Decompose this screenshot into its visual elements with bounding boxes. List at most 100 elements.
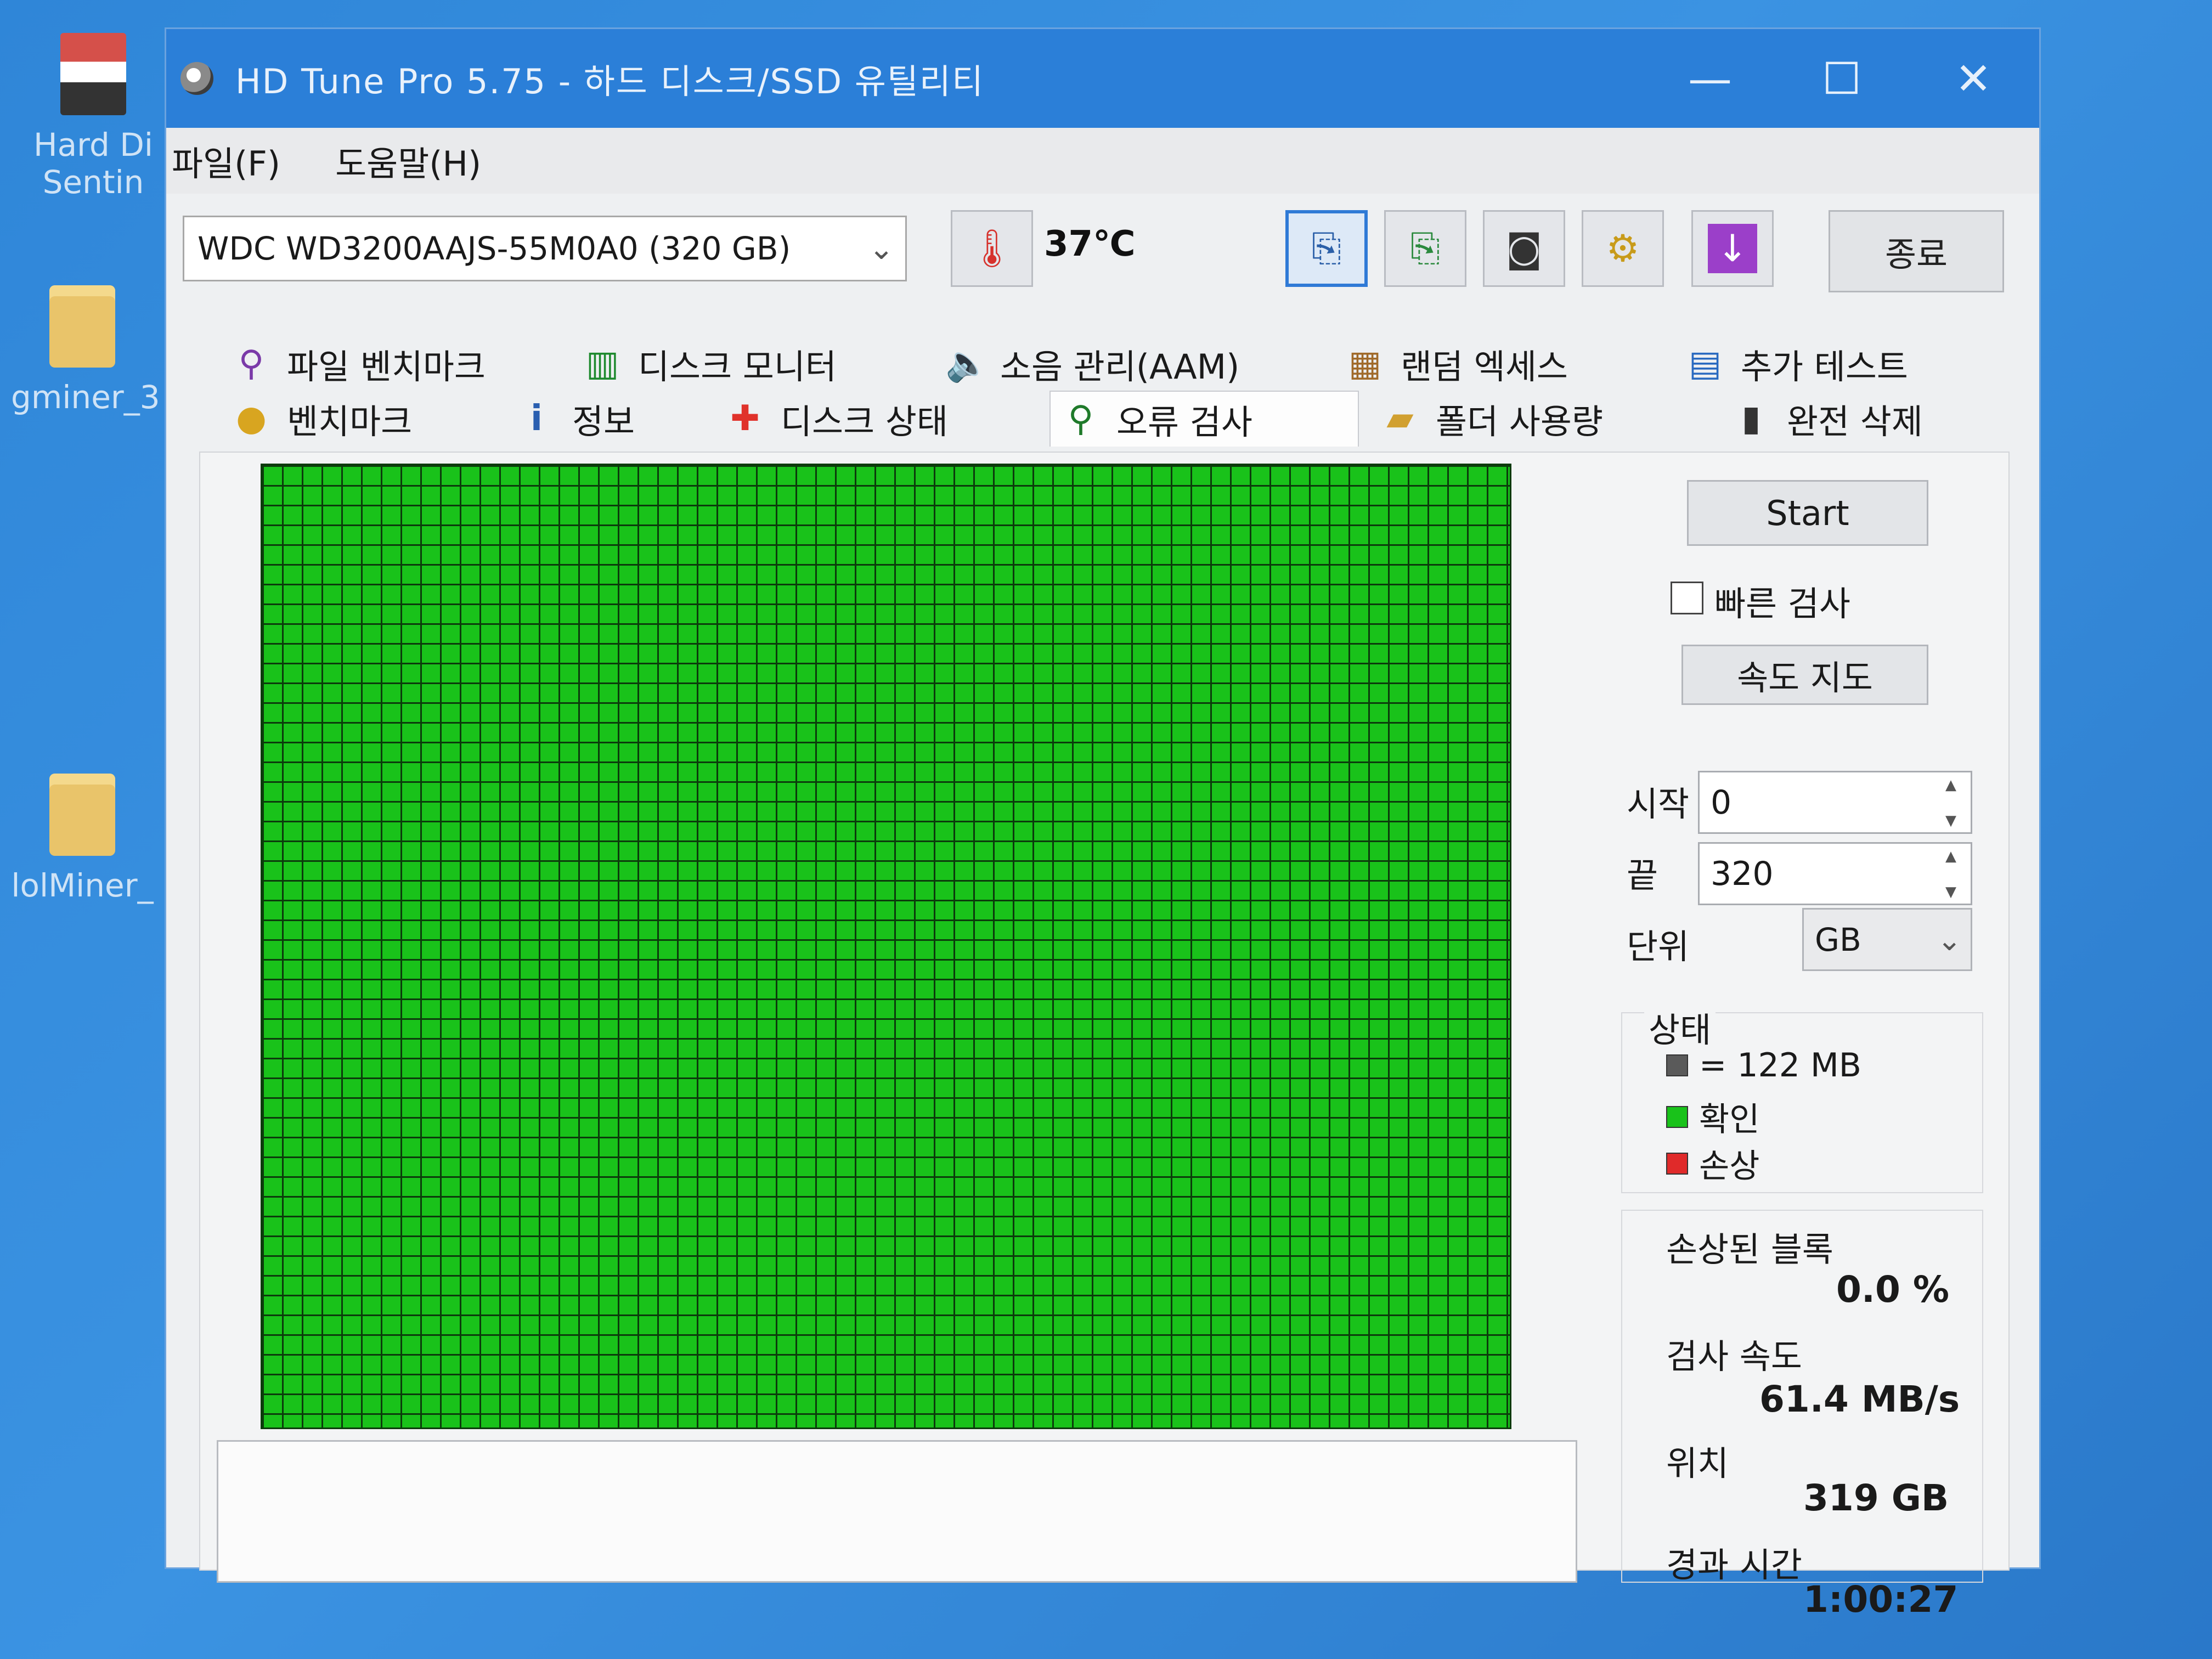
tab-disk-monitor[interactable]: ▥ 디스크 모니터 xyxy=(583,339,945,388)
folder-icon: ▰ xyxy=(1386,398,1414,439)
folder-icon xyxy=(49,285,115,368)
tab-erase[interactable]: ▮ 완전 삭제 xyxy=(1732,394,1922,443)
position-label: 위치 xyxy=(1666,1443,1729,1483)
tab-error-scan[interactable]: ⚲ 오류 검사 xyxy=(1049,391,1359,447)
temperature-button[interactable]: 🌡 xyxy=(951,210,1033,287)
spin-down-icon[interactable]: ▼ xyxy=(1945,884,1956,900)
legend-label: 손상 xyxy=(1699,1147,1760,1186)
toolbar: WDC WD3200AAJS-55M0A0 (320 GB) ⌄ 🌡 37℃ ⎘… xyxy=(166,194,2039,331)
camera-icon: ◙ xyxy=(1506,227,1542,270)
download-arrow-icon: ↓ xyxy=(1708,224,1757,273)
copy-all-icon: ⎘ xyxy=(1410,227,1441,270)
speed-map-button[interactable]: 속도 지도 xyxy=(1681,645,1928,705)
elapsed-time-value: 1:00:27 xyxy=(1803,1578,1959,1621)
tab-label: 벤치마크 xyxy=(287,402,413,442)
tab-aam[interactable]: 🔈 소음 관리(AAM) xyxy=(945,339,1346,388)
start-field-label: 시작 xyxy=(1627,784,1690,824)
copy-info-button[interactable]: ⎘ xyxy=(1285,210,1368,287)
desktop-icon-gminer[interactable]: gminer_3 xyxy=(11,285,160,416)
exit-button[interactable]: 종료 xyxy=(1829,210,2004,292)
drive-select[interactable]: WDC WD3200AAJS-55M0A0 (320 GB) ⌄ xyxy=(183,216,907,281)
legend-label: = 122 MB xyxy=(1699,1046,1861,1085)
damaged-blocks-label: 손상된 블록 xyxy=(1666,1229,1833,1269)
error-scan-panel: Start 빠른 검사 속도 지도 시작 0 ▲ ▼ 끝 320 ▲ ▼ 단위 … xyxy=(199,452,2010,1621)
temperature-value: 37℃ xyxy=(1044,224,1136,264)
start-spinner[interactable]: ▲ ▼ xyxy=(1934,777,1967,829)
tab-label: 랜덤 엑세스 xyxy=(1401,347,1568,387)
red-cross-icon: ✚ xyxy=(730,398,760,439)
scatter-chart-icon: ▦ xyxy=(1348,343,1382,384)
tab-file-benchmark[interactable]: ⚲ 파일 벤치마크 xyxy=(232,339,583,388)
desktop-icon-hard-disk-sentinel[interactable]: Hard Di Sentin xyxy=(22,33,165,201)
tab-folder-usage[interactable]: ▰ 폴더 사용량 xyxy=(1381,394,1732,443)
scan-speed-value: 61.4 MB/s xyxy=(1759,1378,1960,1420)
magnifier-icon: ⚲ xyxy=(1068,399,1094,439)
options-button[interactable]: ⚙ xyxy=(1582,210,1664,287)
tab-health[interactable]: ✚ 디스크 상태 xyxy=(726,394,1049,443)
status-legend-group: 상태 = 122 MB 확인 손상 xyxy=(1621,1002,1983,1193)
end-input-value: 320 xyxy=(1711,854,1774,893)
tab-info[interactable]: i 정보 xyxy=(517,394,726,443)
chart-icon: ▤ xyxy=(1688,343,1722,384)
unit-label: 단위 xyxy=(1627,927,1690,967)
speaker-icon: 🔈 xyxy=(945,343,989,384)
menu-help[interactable]: 도움말(H) xyxy=(335,136,481,185)
app-icon xyxy=(180,62,213,95)
gear-icon: ⚙ xyxy=(1606,227,1640,270)
start-button[interactable]: Start xyxy=(1687,480,1928,546)
scan-speed-label: 검사 속도 xyxy=(1666,1336,1802,1376)
block-map-grid xyxy=(261,464,1511,1429)
window-title: HD Tune Pro 5.75 - 하드 디스크/SSD 유틸리티 xyxy=(235,61,984,101)
tab-label: 소음 관리(AAM) xyxy=(1000,347,1240,387)
legend-block-size: = 122 MB xyxy=(1666,1046,1861,1085)
tab-label: 디스크 모니터 xyxy=(638,347,837,387)
hard-disk-sentinel-icon xyxy=(60,33,126,115)
scan-stats-group: 손상된 블록 0.0 % 검사 속도 61.4 MB/s 위치 319 GB 경… xyxy=(1621,1210,1983,1621)
screenshot-button[interactable]: ◙ xyxy=(1483,210,1565,287)
status-title: 상태 xyxy=(1644,1002,1716,1052)
tab-label: 디스크 상태 xyxy=(781,402,948,442)
chevron-down-icon: ⌄ xyxy=(868,231,894,267)
unit-select-value: GB xyxy=(1815,921,1861,958)
log-area xyxy=(217,1440,1577,1583)
desktop-icon-lolminer[interactable]: lolMiner_ xyxy=(11,774,154,904)
legend-ok: 확인 xyxy=(1666,1093,1759,1141)
save-button[interactable]: ↓ xyxy=(1691,210,1774,287)
folder-icon xyxy=(49,774,115,856)
end-spinner[interactable]: ▲ ▼ xyxy=(1934,848,1967,900)
copy-all-button[interactable]: ⎘ xyxy=(1384,210,1466,287)
tab-label: 정보 xyxy=(572,402,635,442)
tab-label: 파일 벤치마크 xyxy=(287,347,486,387)
start-input[interactable]: 0 ▲ ▼ xyxy=(1698,771,1972,834)
unit-select[interactable]: GB ⌄ xyxy=(1802,908,1972,971)
menu-bar: 파일(F) 도움말(H) xyxy=(166,128,2039,194)
tab-row-1: ⚲ 파일 벤치마크 ▥ 디스크 모니터 🔈 소음 관리(AAM) ▦ 랜덤 엑세… xyxy=(199,336,2010,391)
desktop-icon-label: lolMiner_ xyxy=(11,867,154,904)
maximize-button[interactable]: ☐ xyxy=(1776,29,1908,128)
hdtune-window: HD Tune Pro 5.75 - 하드 디스크/SSD 유틸리티 — ☐ ✕… xyxy=(165,27,2041,1621)
quick-scan-checkbox[interactable] xyxy=(1671,582,1703,614)
quick-scan-label[interactable]: 빠른 검사 xyxy=(1714,576,1850,625)
spin-up-icon[interactable]: ▲ xyxy=(1945,777,1956,793)
desktop-icon-label: Hard Di Sentin xyxy=(33,126,153,201)
tab-random-access[interactable]: ▦ 랜덤 엑세스 xyxy=(1346,339,1686,388)
damaged-blocks-value: 0.0 % xyxy=(1836,1268,1950,1311)
end-input[interactable]: 320 ▲ ▼ xyxy=(1698,842,1972,905)
position-value: 319 GB xyxy=(1803,1477,1949,1519)
minimize-button[interactable]: — xyxy=(1644,29,1776,128)
tab-label: 폴더 사용량 xyxy=(1436,402,1603,442)
trash-icon: ▮ xyxy=(1741,398,1761,439)
spin-up-icon[interactable]: ▲ xyxy=(1945,848,1956,865)
lightbulb-icon: ● xyxy=(236,398,267,439)
tab-benchmark[interactable]: ● 벤치마크 xyxy=(232,394,517,443)
legend-damaged: 손상 xyxy=(1666,1139,1759,1187)
close-button[interactable]: ✕ xyxy=(1908,29,2039,128)
title-bar[interactable]: HD Tune Pro 5.75 - 하드 디스크/SSD 유틸리티 — ☐ ✕ xyxy=(166,29,2039,128)
legend-label: 확인 xyxy=(1699,1101,1760,1139)
menu-file[interactable]: 파일(F) xyxy=(172,136,280,185)
thermometer-icon: 🌡 xyxy=(968,227,1016,270)
spin-down-icon[interactable]: ▼ xyxy=(1945,812,1956,829)
tab-extra-tests[interactable]: ▤ 추가 테스트 xyxy=(1686,339,1908,388)
tab-bar: ⚲ 파일 벤치마크 ▥ 디스크 모니터 🔈 소음 관리(AAM) ▦ 랜덤 엑세… xyxy=(199,336,2010,457)
bar-chart-icon: ▥ xyxy=(585,343,619,384)
